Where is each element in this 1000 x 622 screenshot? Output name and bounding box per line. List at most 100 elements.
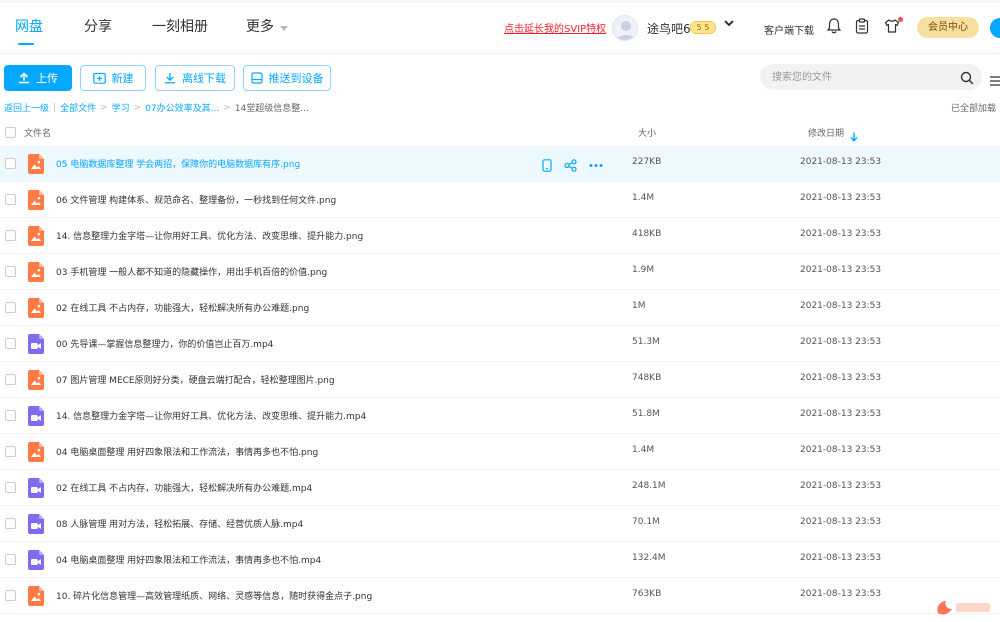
- new-label: 新建: [111, 72, 134, 85]
- breadcrumb-study[interactable]: 学习: [112, 101, 130, 114]
- breadcrumb-chevron-icon: >: [223, 102, 231, 113]
- breadcrumb-chevron-icon: >: [133, 102, 142, 113]
- vip-center-button[interactable]: 会员中心: [917, 17, 979, 38]
- select-all-checkbox[interactable]: [5, 127, 16, 138]
- file-size: 1.4M: [632, 193, 655, 203]
- breadcrumb-office-efficiency[interactable]: 07办公效率及其...: [145, 101, 219, 114]
- file-name[interactable]: 14. 信息整理力金字塔—让你用好工具、优化方法、改变思维、提升能力.png: [56, 229, 363, 242]
- file-name[interactable]: 06 文件管理 构建体系、规范命名、整理备份，一秒找到任何文件.png: [56, 193, 336, 206]
- table-row[interactable]: 04 电脑桌面整理 用好四象限法和工作流法，事情再多也不怕.png 1.4M 202…: [0, 434, 1000, 470]
- file-name[interactable]: 02 在线工具 不占内存，功能强大，轻松解决所有办公难题.mp4: [56, 481, 312, 494]
- file-name[interactable]: 14. 信息整理力金字塔—让你用好工具、优化方法、改变思维、提升能力.mp4: [56, 409, 366, 422]
- file-size: 248.1M: [632, 481, 666, 491]
- row-checkbox[interactable]: [5, 374, 16, 385]
- username[interactable]: 途鸟吧6: [647, 20, 691, 37]
- file-name[interactable]: 04 电脑桌面整理 用好四象限法和工作流法，事情再多也不怕.mp4: [56, 553, 321, 566]
- file-name[interactable]: 03 手机管理 一般人都不知道的隐藏操作，用出手机百倍的价值.png: [56, 265, 327, 278]
- new-folder-icon: [92, 72, 106, 84]
- file-size: 51.3M: [632, 337, 660, 347]
- column-header-date[interactable]: 修改日期: [808, 126, 844, 139]
- file-name[interactable]: 02 在线工具 不占内存，功能强大，轻松解决所有办公难题.png: [56, 301, 309, 314]
- device-icon: [250, 72, 263, 84]
- table-row[interactable]: 00 先导课—掌握信息整理力，你的价值岂止百万.mp4 51.3M 2021-08-…: [0, 326, 1000, 362]
- table-row[interactable]: 10. 碎片化信息管理—高效管理纸质、网络、灵感等信息，随时获得金点子.png 7…: [0, 578, 1000, 614]
- image-file-icon: [28, 226, 44, 246]
- row-checkbox[interactable]: [5, 446, 16, 457]
- file-name[interactable]: 04 电脑桌面整理 用好四象限法和工作流法，事情再多也不怕.png: [56, 445, 318, 458]
- table-row[interactable]: 08 人脉管理 用对方法，轻松拓展、存储、经营优质人脉.mp4 70.1M 2021…: [0, 506, 1000, 542]
- tab-more[interactable]: 更多: [246, 16, 274, 36]
- table-row[interactable]: 04 电脑桌面整理 用好四象限法和工作流法，事情再多也不怕.mp4 132.4M 2…: [0, 542, 1000, 578]
- user-menu-chevron-icon[interactable]: [724, 18, 734, 31]
- new-button[interactable]: 新建: [80, 65, 146, 91]
- share-icon[interactable]: [564, 157, 577, 176]
- file-name[interactable]: 08 人脉管理 用对方法，轻松拓展、存储、经营优质人脉.mp4: [56, 517, 303, 530]
- client-download-link[interactable]: 客户端下载: [764, 22, 814, 37]
- menu-icon[interactable]: [990, 71, 1000, 90]
- file-name[interactable]: 00 先导课—掌握信息整理力，你的价值岂止百万.mp4: [56, 337, 273, 350]
- file-name[interactable]: 07 图片管理 MECE原则好分类，硬盘云端打配合，轻松整理图片.png: [56, 373, 335, 386]
- tab-share[interactable]: 分享: [84, 16, 112, 36]
- more-options-icon[interactable]: [589, 157, 603, 176]
- download-icon: [165, 73, 175, 84]
- watermark-logo: [934, 597, 994, 617]
- column-header-size[interactable]: 大小: [638, 126, 656, 139]
- image-file-icon: [28, 154, 44, 174]
- file-name[interactable]: 05 电脑数据库整理 学会两招，保障你的电脑数据库有序.png: [56, 157, 300, 170]
- row-checkbox[interactable]: [5, 230, 16, 241]
- breadcrumb-back-link[interactable]: 返回上一级: [4, 101, 49, 114]
- edge-app-icon[interactable]: [990, 18, 1000, 38]
- bell-icon[interactable]: [826, 18, 843, 34]
- table-row[interactable]: 14. 信息整理力金字塔—让你用好工具、优化方法、改变思维、提升能力.mp4 51…: [0, 398, 1000, 434]
- row-checkbox[interactable]: [5, 482, 16, 493]
- active-tab-underline: [18, 43, 34, 45]
- tab-netdisk[interactable]: 网盘: [15, 16, 43, 36]
- row-checkbox[interactable]: [5, 554, 16, 565]
- push-to-device-button[interactable]: 推送到设备: [243, 65, 331, 91]
- file-name[interactable]: 10. 碎片化信息管理—高效管理纸质、网络、灵感等信息，随时获得金点子.png: [56, 589, 372, 602]
- video-file-icon: [28, 550, 44, 570]
- file-modified-date: 2021-08-13 23:53: [800, 373, 882, 383]
- search-box: [760, 64, 982, 90]
- file-size: 748KB: [632, 373, 662, 383]
- avatar[interactable]: [612, 15, 638, 41]
- sort-descending-icon[interactable]: [850, 127, 858, 146]
- row-checkbox[interactable]: [5, 590, 16, 601]
- clipboard-icon[interactable]: [855, 18, 871, 34]
- row-checkbox[interactable]: [5, 518, 16, 529]
- image-file-icon: [28, 298, 44, 318]
- row-checkbox[interactable]: [5, 338, 16, 349]
- row-checkbox[interactable]: [5, 194, 16, 205]
- table-row[interactable]: 07 图片管理 MECE原则好分类，硬盘云端打配合，轻松整理图片.png 748K…: [0, 362, 1000, 398]
- file-size: 763KB: [632, 589, 662, 599]
- row-checkbox[interactable]: [5, 410, 16, 421]
- top-navigation-bar: 网盘 分享 一刻相册 更多 点击延长我的SVIP特权 途鸟吧6 5 5 客户端下…: [0, 0, 1000, 54]
- upload-button[interactable]: 上传: [4, 65, 72, 91]
- breadcrumb-all-files[interactable]: 全部文件: [60, 101, 96, 114]
- search-icon[interactable]: [960, 70, 974, 89]
- file-size: 51.8M: [632, 409, 660, 419]
- chevron-down-icon[interactable]: [280, 26, 288, 31]
- row-checkbox[interactable]: [5, 158, 16, 169]
- image-file-icon: [28, 262, 44, 282]
- file-modified-date: 2021-08-13 23:53: [800, 229, 882, 239]
- file-modified-date: 2021-08-13 23:53: [800, 265, 882, 275]
- row-checkbox[interactable]: [5, 266, 16, 277]
- row-checkbox[interactable]: [5, 302, 16, 313]
- upload-label: 上传: [36, 72, 58, 85]
- tab-moment-album[interactable]: 一刻相册: [152, 16, 208, 36]
- table-row[interactable]: 03 手机管理 一般人都不知道的隐藏操作，用出手机百倍的价值.png 1.9M 20…: [0, 254, 1000, 290]
- table-row[interactable]: 06 文件管理 构建体系、规范命名、整理备份，一秒找到任何文件.png 1.4M 2…: [0, 182, 1000, 218]
- breadcrumb-divider: |: [53, 102, 57, 113]
- column-header-name[interactable]: 文件名: [24, 126, 51, 139]
- table-row[interactable]: 14. 信息整理力金字塔—让你用好工具、优化方法、改变思维、提升能力.png 41…: [0, 218, 1000, 254]
- search-input[interactable]: [772, 69, 952, 85]
- svip-renew-link[interactable]: 点击延长我的SVIP特权: [504, 20, 606, 35]
- level-badge: 5 5: [690, 21, 716, 34]
- video-file-icon: [28, 334, 44, 354]
- table-row[interactable]: 02 在线工具 不占内存，功能强大，轻松解决所有办公难题.mp4 248.1M 20…: [0, 470, 1000, 506]
- offline-download-button[interactable]: 离线下载: [155, 65, 235, 91]
- table-row[interactable]: 05 电脑数据库整理 学会两招，保障你的电脑数据库有序.png 227KB 2021…: [0, 146, 1000, 182]
- table-row[interactable]: 02 在线工具 不占内存，功能强大，轻松解决所有办公难题.png 1M 2021-0…: [0, 290, 1000, 326]
- phone-icon[interactable]: [542, 157, 552, 176]
